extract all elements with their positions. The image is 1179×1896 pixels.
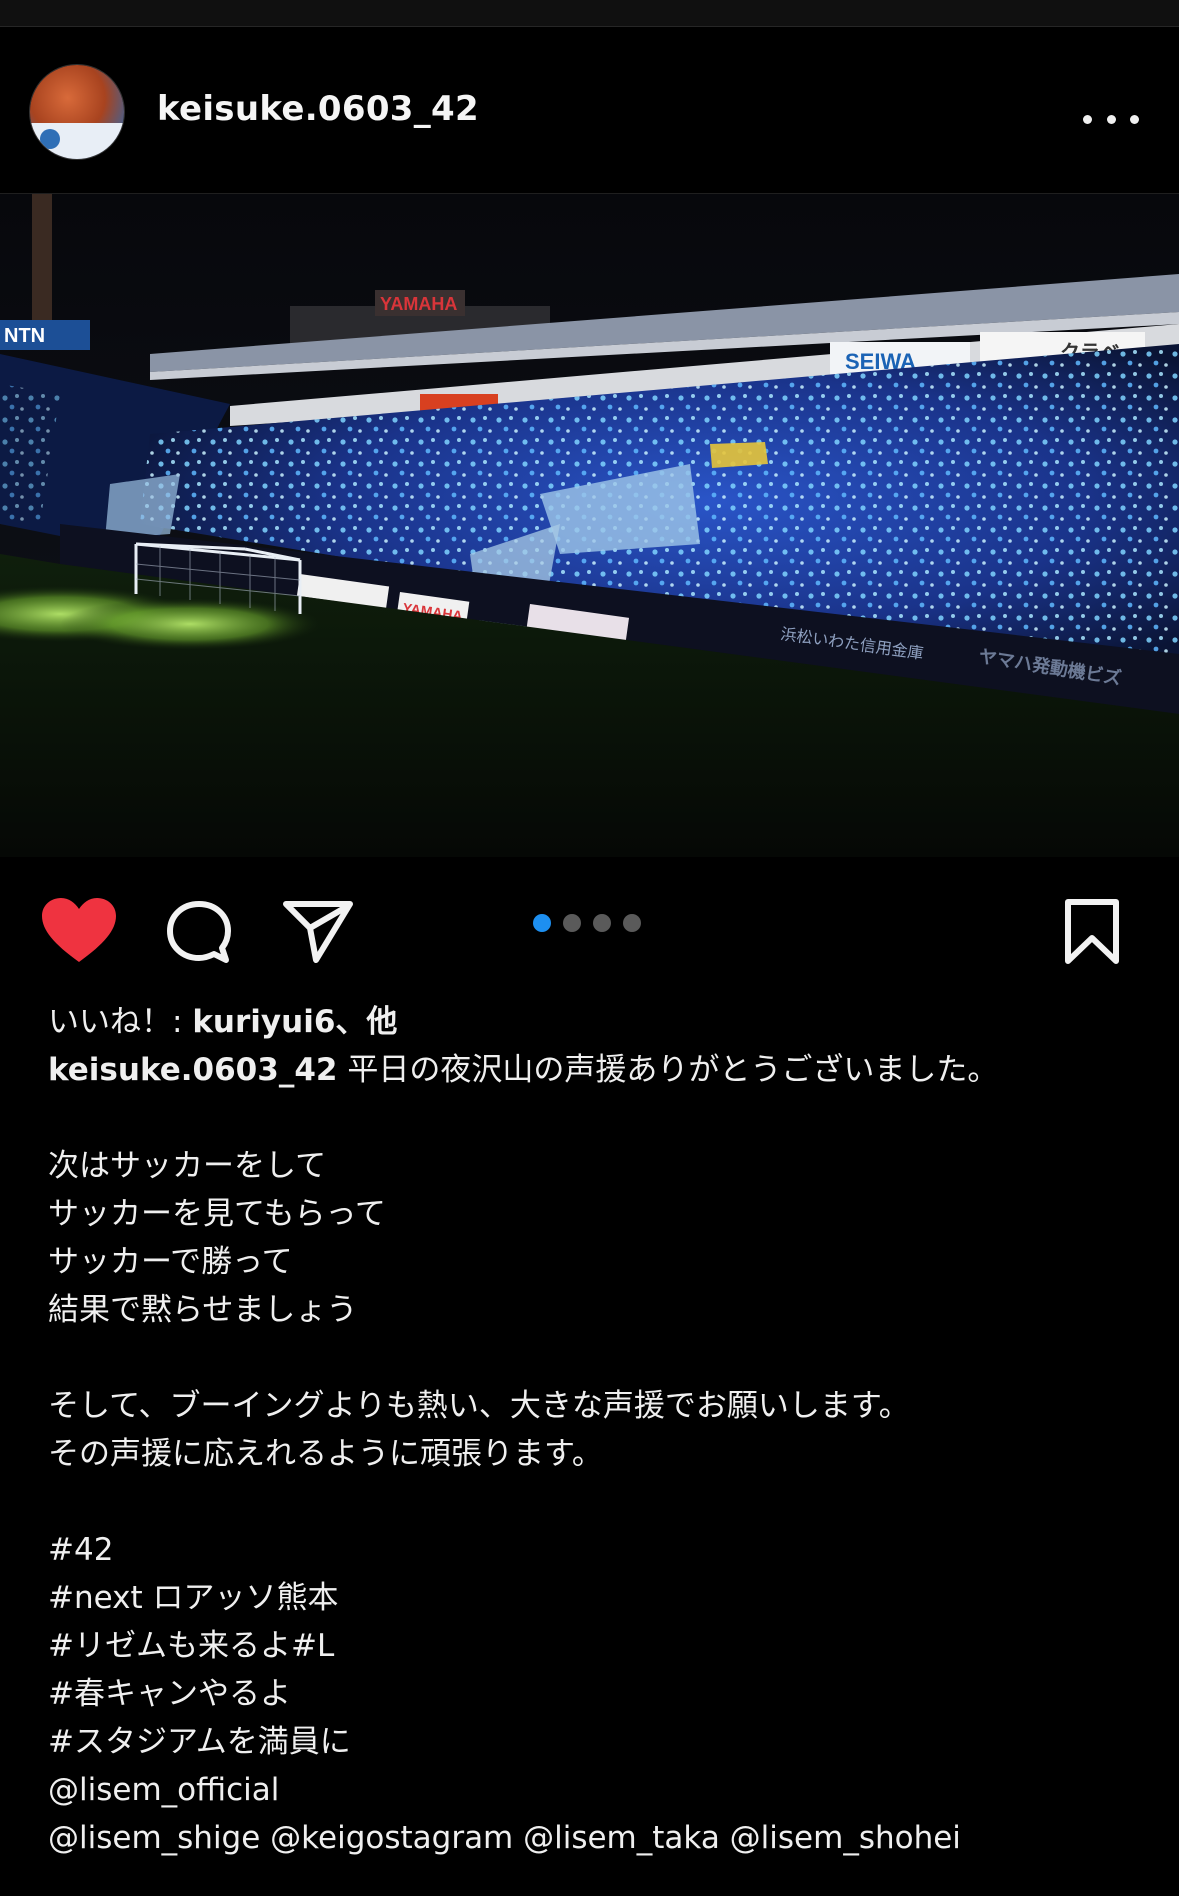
caption-line: 次はサッカーをして (48, 1148, 327, 1184)
caption-tag-line[interactable]: @lisem_official (48, 1766, 1148, 1814)
caption-line (48, 1478, 1148, 1526)
comment-icon[interactable] (164, 898, 234, 968)
caption-line: 結果で黙らせましょう (48, 1292, 358, 1328)
post-actions (0, 880, 1179, 980)
caption-tag-line[interactable]: #next ロアッソ熊本 (48, 1574, 1148, 1622)
status-bar-edge (0, 0, 1179, 27)
avatar-banner (30, 123, 124, 159)
caption-line (48, 1334, 1148, 1382)
caption-line: その声援に応えれるように頑張ります。 (48, 1436, 603, 1472)
caption-tag-line[interactable]: #スタジアムを満員に (48, 1718, 1148, 1766)
post-header: keisuke.0603_42 (0, 27, 1179, 194)
carousel-dot (563, 914, 581, 932)
likes-prefix: いいね！: (48, 1004, 193, 1040)
caption-line (48, 1094, 1148, 1142)
caption-first-line: keisuke.0603_42 平日の夜沢山の声援ありがとうございました。 (48, 1046, 1148, 1094)
like-heart-icon[interactable] (40, 896, 118, 966)
likes-users[interactable]: kuriyui6、他 (192, 1004, 397, 1040)
post-caption: いいね！: kuriyui6、他 keisuke.0603_42 平日の夜沢山の… (48, 998, 1148, 1862)
sign-yamaha-roof: YAMAHA (380, 294, 457, 314)
caption-tag-line[interactable]: #リゼムも来るよ#L (48, 1622, 1148, 1670)
caption-tag-line[interactable]: @lisem_shige @keigostagram @lisem_taka @… (48, 1814, 1148, 1862)
caption-tag-line[interactable]: #42 (48, 1526, 1148, 1574)
more-horizontal-icon[interactable] (1083, 109, 1139, 129)
bookmark-icon[interactable] (1062, 898, 1122, 966)
avatar[interactable] (30, 65, 124, 159)
share-paper-plane-icon[interactable] (282, 898, 354, 964)
caption-line: サッカーを見てもらって (48, 1196, 386, 1232)
caption-body: 次はサッカーをしてサッカーを見てもらって サッカーで勝って結果で黙らせましょうそし… (48, 1094, 1148, 1862)
carousel-dot (623, 914, 641, 932)
carousel-indicator (533, 914, 641, 932)
caption-text: 平日の夜沢山の声援ありがとうございました。 (337, 1052, 999, 1088)
caption-line: そして、ブーイングよりも熱い、大きな声援でお願いします。 (48, 1388, 910, 1424)
caption-line: サッカーで勝って (48, 1244, 293, 1280)
carousel-dot-active (533, 914, 551, 932)
post-username[interactable]: keisuke.0603_42 (157, 89, 479, 129)
caption-tag-line[interactable]: #春キャンやるよ (48, 1670, 1148, 1718)
carousel-dot (593, 914, 611, 932)
likes-line: いいね！: kuriyui6、他 (48, 998, 1148, 1046)
caption-username[interactable]: keisuke.0603_42 (48, 1052, 337, 1088)
club-logo-icon (40, 129, 60, 149)
post-photo[interactable]: YAMAHA SEIWA クラベ NTN YAMAHA 浜松いわた信用金庫 ヤマ… (0, 194, 1179, 857)
sign-ntn: NTN (4, 325, 45, 347)
stadium-photo: YAMAHA SEIWA クラベ NTN YAMAHA 浜松いわた信用金庫 ヤマ… (0, 194, 1179, 857)
